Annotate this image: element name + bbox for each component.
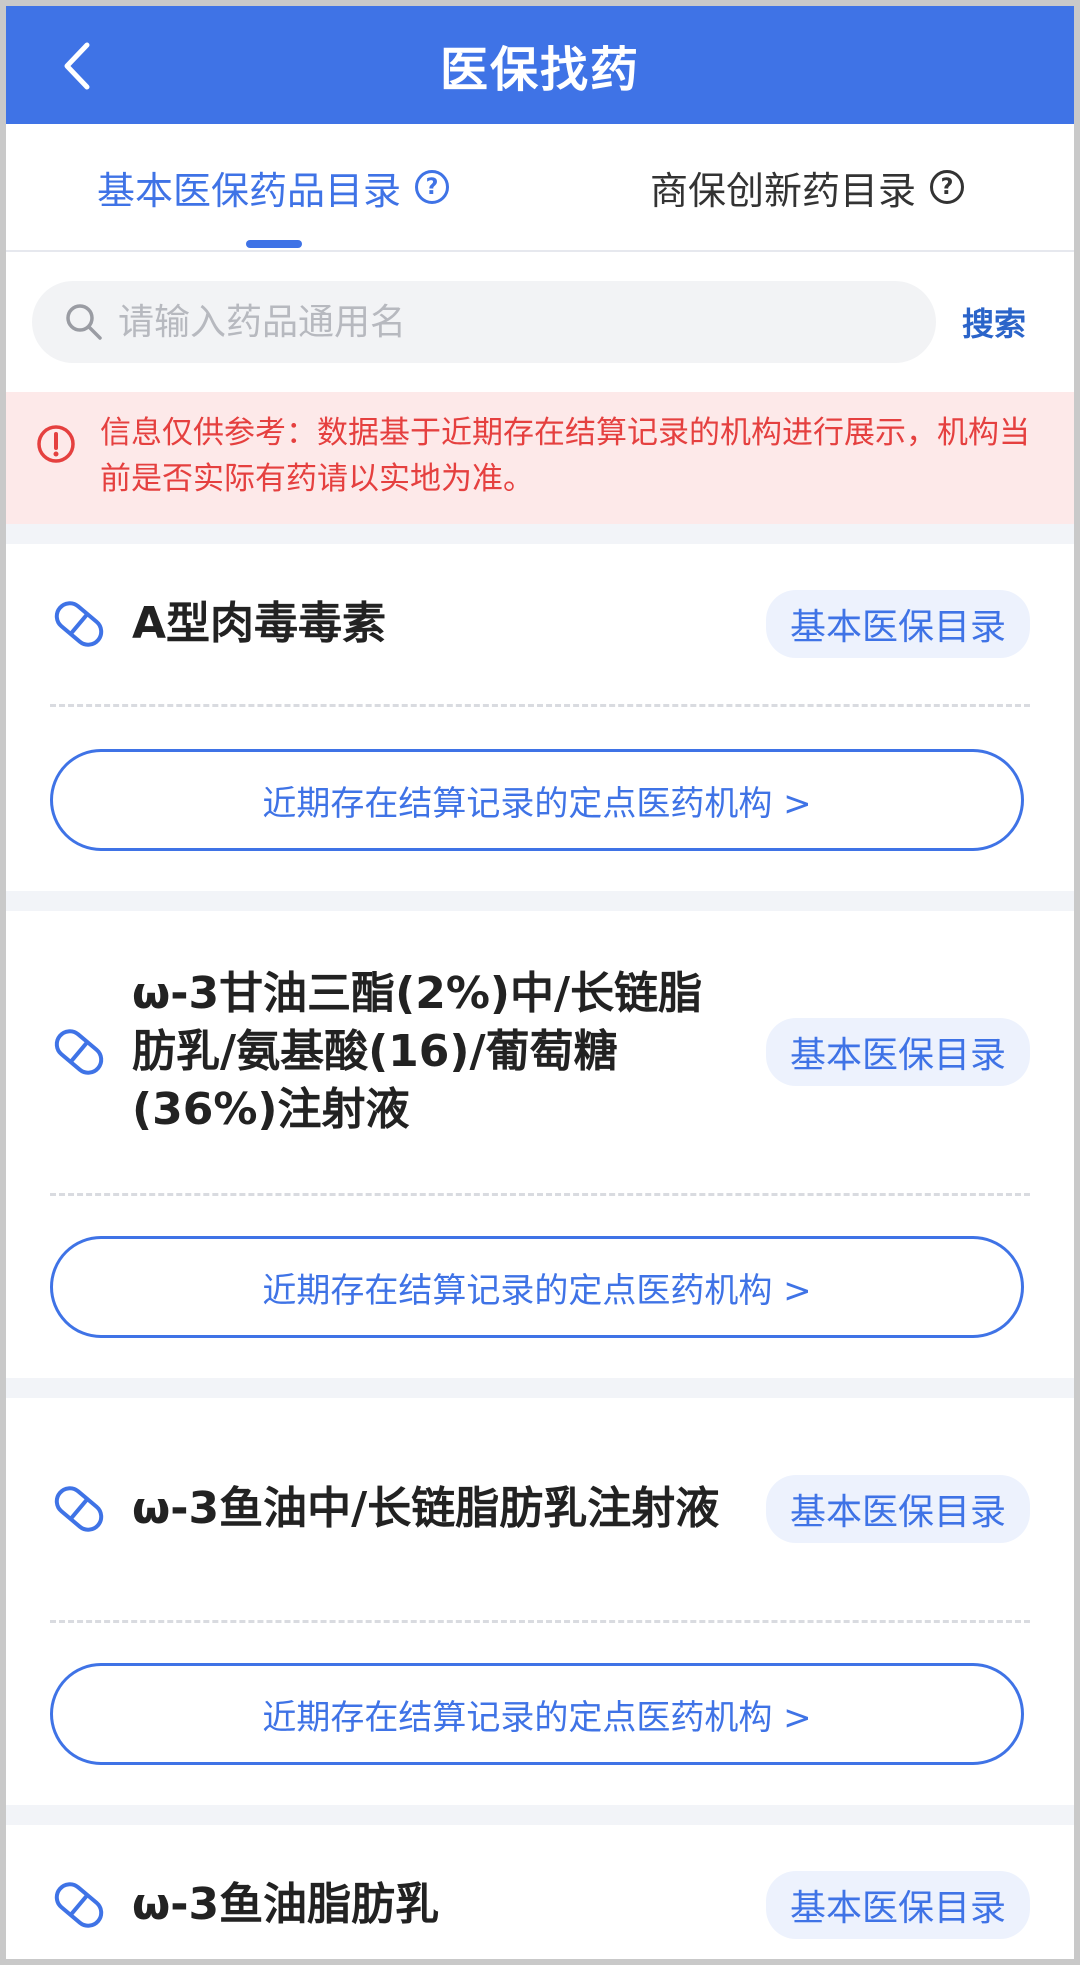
tab-label: 基本医保药品目录 bbox=[96, 168, 401, 213]
drug-name: ω-3甘油三酯(2%)中/长链脂肪乳/氨基酸(16)/葡萄糖(36%)注射液 bbox=[132, 968, 703, 1135]
page-title: 医保找药 bbox=[439, 42, 640, 98]
search-button[interactable]: 搜索 bbox=[962, 299, 1026, 345]
search-input[interactable] bbox=[118, 301, 898, 343]
pill-icon bbox=[54, 1029, 104, 1075]
tab-basic-insurance[interactable]: 基本医保药品目录 ? bbox=[6, 124, 540, 250]
drug-card-header: ω-3甘油三酯(2%)中/长链脂肪乳/氨基酸(16)/葡萄糖(36%)注射液 基… bbox=[50, 911, 1030, 1193]
drug-list: A型肉毒毒素 基本医保目录 近期存在结算记录的定点医药机构 > ω-3甘油三酯(… bbox=[6, 524, 1074, 1959]
pill-icon bbox=[54, 601, 104, 647]
search-bar: 搜索 bbox=[6, 252, 1074, 392]
drug-name: A型肉毒毒素 bbox=[132, 598, 387, 649]
drug-card-header: A型肉毒毒素 基本医保目录 bbox=[50, 544, 1030, 704]
catalog-badge: 基本医保目录 bbox=[765, 1871, 1030, 1939]
chevron-left-icon bbox=[64, 42, 90, 90]
catalog-badge: 基本医保目录 bbox=[765, 1475, 1030, 1543]
drug-name: ω-3鱼油中/长链脂肪乳注射液 bbox=[132, 1483, 720, 1534]
catalog-badge: 基本医保目录 bbox=[765, 590, 1030, 658]
catalog-badge: 基本医保目录 bbox=[765, 1018, 1030, 1086]
info-notice: 信息仅供参考：数据基于近期存在结算记录的机构进行展示，机构当前是否实际有药请以实… bbox=[6, 392, 1074, 524]
drug-card: ω-3鱼油脂肪乳 基本医保目录 bbox=[6, 1825, 1074, 1959]
drug-card: ω-3鱼油中/长链脂肪乳注射液 基本医保目录 近期存在结算记录的定点医药机构 > bbox=[6, 1398, 1074, 1805]
tab-commercial-insurance[interactable]: 商保创新药目录 ? bbox=[540, 124, 1074, 250]
drug-name: ω-3鱼油脂肪乳 bbox=[132, 1879, 440, 1930]
back-button[interactable] bbox=[46, 36, 106, 96]
info-circle-icon bbox=[37, 425, 75, 463]
org-list-button[interactable]: 近期存在结算记录的定点医药机构 > bbox=[50, 1236, 1024, 1338]
drug-card: A型肉毒毒素 基本医保目录 近期存在结算记录的定点医药机构 > bbox=[6, 544, 1074, 891]
drug-card-header: ω-3鱼油中/长链脂肪乳注射液 基本医保目录 bbox=[50, 1398, 1030, 1620]
org-list-button[interactable]: 近期存在结算记录的定点医药机构 > bbox=[50, 749, 1024, 851]
question-circle-icon[interactable]: ? bbox=[415, 170, 449, 204]
notice-text: 信息仅供参考：数据基于近期存在结算记录的机构进行展示，机构当前是否实际有药请以实… bbox=[100, 415, 1030, 497]
drug-card: ω-3甘油三酯(2%)中/长链脂肪乳/氨基酸(16)/葡萄糖(36%)注射液 基… bbox=[6, 911, 1074, 1378]
pill-icon bbox=[54, 1882, 104, 1928]
app-frame: 医保找药 基本医保药品目录 ? 商保创新药目录 ? 搜索 信息仅供参考：数据基于 bbox=[6, 6, 1074, 1959]
search-box[interactable] bbox=[32, 281, 936, 363]
header-bar: 医保找药 bbox=[6, 6, 1074, 124]
org-list-button[interactable]: 近期存在结算记录的定点医药机构 > bbox=[50, 1663, 1024, 1765]
tab-bar: 基本医保药品目录 ? 商保创新药目录 ? bbox=[6, 124, 1074, 252]
question-circle-icon[interactable]: ? bbox=[930, 170, 964, 204]
search-icon bbox=[66, 304, 102, 340]
drug-card-header: ω-3鱼油脂肪乳 基本医保目录 bbox=[50, 1825, 1030, 1959]
tab-label: 商保创新药目录 bbox=[649, 168, 916, 213]
active-tab-indicator bbox=[246, 240, 302, 248]
pill-icon bbox=[54, 1486, 104, 1532]
